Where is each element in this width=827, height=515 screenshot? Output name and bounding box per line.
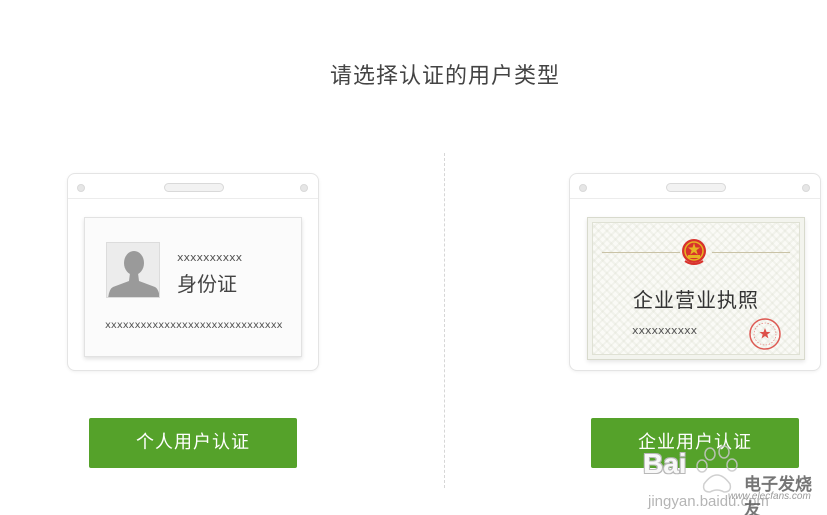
personal-card-option[interactable]: xxxxxxxxxx 身份证 xxxxxxxxxxxxxxxxxxxxxxxxx…: [67, 173, 319, 371]
license-title: 企业营业执照: [633, 288, 759, 312]
id-card-number-bottom: xxxxxxxxxxxxxxxxxxxxxxxxxxxxxx: [105, 320, 283, 331]
holder-slot: [164, 183, 224, 192]
holder-hole-right: [802, 184, 810, 192]
id-card-number-top: xxxxxxxxxx: [177, 251, 243, 264]
holder-hole-right: [300, 184, 308, 192]
watermark-brand: Bai: [643, 448, 687, 479]
official-seal-icon: [747, 316, 783, 352]
enterprise-card-option[interactable]: 企业营业执照 xxxxxxxxxx: [569, 173, 821, 371]
license-rule-left: [602, 252, 680, 253]
watermark-site-url: www.elecfans.com: [728, 491, 811, 502]
holder-hole-left: [77, 184, 85, 192]
national-emblem-icon: [679, 237, 709, 267]
id-card-title: 身份证: [177, 272, 237, 296]
license-rule-right: [712, 252, 790, 253]
page-title: 请选择认证的用户类型: [329, 64, 560, 89]
business-license: 企业营业执照 xxxxxxxxxx: [587, 217, 805, 360]
license-number: xxxxxxxxxx: [632, 324, 698, 337]
section-divider: [444, 153, 445, 488]
personal-auth-button[interactable]: 个人用户认证: [89, 418, 297, 468]
holder-header-line: [570, 198, 820, 199]
holder-slot: [666, 183, 726, 192]
holder-hole-left: [579, 184, 587, 192]
avatar-silhouette-icon: [106, 242, 160, 298]
id-card: xxxxxxxxxx 身份证 xxxxxxxxxxxxxxxxxxxxxxxxx…: [84, 217, 302, 357]
holder-header-line: [68, 198, 318, 199]
